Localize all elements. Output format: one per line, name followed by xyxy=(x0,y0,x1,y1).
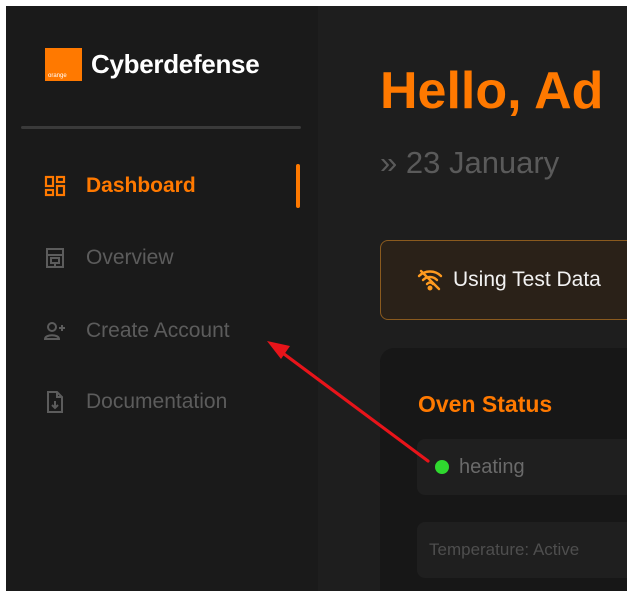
sidebar-item-label: Documentation xyxy=(86,390,228,413)
temperature-text: Temperature: Active xyxy=(429,540,580,559)
add-user-icon xyxy=(42,318,68,344)
page-title: Hello, Ad xyxy=(380,62,604,120)
main-content: Hello, Ad » 23 January Using Test Data O… xyxy=(318,6,627,591)
temperature-indicator: Temperature: Active xyxy=(417,522,627,578)
status-dot xyxy=(435,460,449,474)
sidebar-item-label: Create Account xyxy=(86,319,230,342)
brand-name: Cyberdefense xyxy=(91,49,260,79)
oven-status-indicator: heating xyxy=(417,439,627,495)
sidebar: orange Cyberdefense Dashboard Overview C… xyxy=(6,6,318,591)
logo-text: orange xyxy=(48,73,67,79)
banner-text: Using Test Data xyxy=(453,268,601,291)
sidebar-item-dashboard[interactable]: Dashboard xyxy=(42,166,196,206)
date-subtitle: » 23 January xyxy=(380,145,560,180)
dashboard-grid-icon xyxy=(42,173,68,199)
building-icon xyxy=(42,245,68,271)
document-download-icon xyxy=(42,389,68,415)
sidebar-item-documentation[interactable]: Documentation xyxy=(42,382,227,422)
sidebar-item-label: Overview xyxy=(86,246,174,269)
oven-status-card: Oven Status heating Temperature: Active xyxy=(380,348,627,591)
sidebar-item-label: Dashboard xyxy=(86,174,196,197)
test-data-banner: Using Test Data xyxy=(380,240,627,320)
wifi-off-icon xyxy=(417,266,445,294)
orange-logo: orange xyxy=(45,48,82,81)
app-window: orange Cyberdefense Dashboard Overview C… xyxy=(6,6,627,591)
status-text: heating xyxy=(459,455,525,478)
active-indicator xyxy=(296,164,300,208)
sidebar-item-create-account[interactable]: Create Account xyxy=(42,311,230,351)
card-title: Oven Status xyxy=(418,391,553,417)
sidebar-divider xyxy=(21,126,301,129)
sidebar-item-overview[interactable]: Overview xyxy=(42,238,174,278)
brand[interactable]: orange Cyberdefense xyxy=(45,48,260,81)
